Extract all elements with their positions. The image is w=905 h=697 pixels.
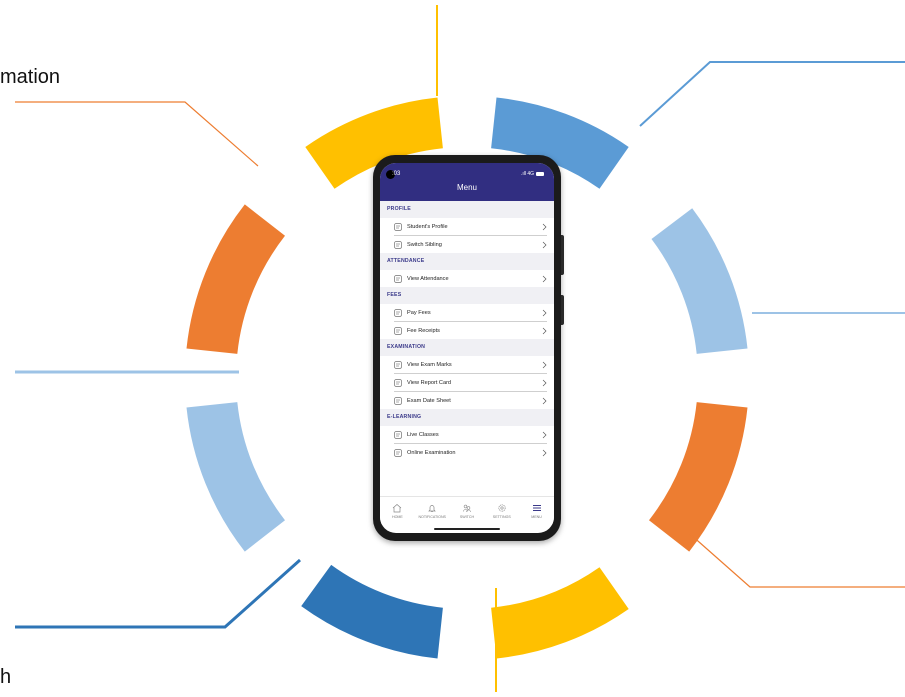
menu-item-pay-fees[interactable]: Pay Fees bbox=[394, 304, 547, 322]
ring-segment-orange-left bbox=[186, 204, 285, 354]
phone-screen: :03 .ıll 4G Menu PROFILE Student's Profil… bbox=[380, 163, 554, 533]
live-classes-icon bbox=[394, 430, 402, 439]
menu-list: PROFILE Student's Profile Switch Sibling AT… bbox=[380, 201, 554, 496]
chevron-right-icon bbox=[542, 309, 547, 316]
menu-item-switch-sibling[interactable]: Switch Sibling bbox=[394, 236, 547, 253]
connector-top-right bbox=[639, 61, 905, 127]
ring-segment-orange-right bbox=[649, 402, 748, 552]
calendar-icon bbox=[394, 396, 402, 405]
chevron-right-icon bbox=[542, 397, 547, 404]
nav-settings[interactable]: SETTINGS bbox=[484, 497, 519, 525]
switch-icon bbox=[463, 504, 471, 513]
chevron-right-icon bbox=[542, 327, 547, 334]
home-icon bbox=[393, 504, 402, 513]
phone-side-button bbox=[561, 235, 564, 275]
nav-label: NOTIFICATIONS bbox=[418, 515, 446, 519]
app-header: :03 .ıll 4G Menu bbox=[380, 163, 554, 201]
chevron-right-icon bbox=[542, 275, 547, 282]
menu-item-label: Live Classes bbox=[407, 431, 439, 438]
profile-card-icon bbox=[394, 222, 402, 231]
home-indicator bbox=[434, 528, 500, 530]
ring-segment-gold-bottom bbox=[491, 567, 629, 659]
menu-item-label: View Report Card bbox=[407, 379, 452, 386]
section-header-examination: EXAMINATION bbox=[380, 339, 554, 356]
page-title: Menu bbox=[456, 183, 477, 192]
nav-label: MENU bbox=[531, 515, 542, 519]
chevron-right-icon bbox=[542, 449, 547, 456]
section-items: Live Classes Online Examination bbox=[380, 426, 554, 461]
menu-icon bbox=[532, 505, 541, 511]
chevron-right-icon bbox=[542, 379, 547, 386]
battery-icon bbox=[536, 171, 544, 176]
menu-item-label: View Exam Marks bbox=[407, 361, 452, 368]
menu-item-exam-date-sheet[interactable]: Exam Date Sheet bbox=[394, 392, 547, 409]
report-card-icon bbox=[394, 378, 402, 387]
connector-top-left bbox=[15, 101, 259, 167]
menu-item-label: Pay Fees bbox=[407, 309, 431, 316]
phone-side-button bbox=[561, 295, 564, 325]
bell-icon bbox=[428, 505, 437, 513]
menu-item-label: Switch Sibling bbox=[407, 241, 442, 248]
bottom-nav: HOME NOTIFICATIONS SWITCH SETTINGS MENU bbox=[380, 496, 554, 525]
section-items: Pay Fees Fee Receipts bbox=[380, 304, 554, 339]
phone: :03 .ıll 4G Menu PROFILE Student's Profil… bbox=[373, 155, 564, 541]
nav-label: SWITCH bbox=[459, 515, 475, 519]
callout-text-top-left: mation bbox=[0, 66, 61, 88]
menu-item-label: Fee Receipts bbox=[407, 327, 440, 334]
section-header-profile: PROFILE bbox=[380, 201, 554, 218]
menu-item-online-examination[interactable]: Online Examination bbox=[394, 444, 547, 461]
menu-item-label: View Attendance bbox=[407, 275, 449, 282]
users-icon bbox=[394, 240, 402, 249]
menu-item-view-attendance[interactable]: View Attendance bbox=[394, 270, 547, 287]
section-header-attendance: ATTENDANCE bbox=[380, 253, 554, 270]
menu-item-live-classes[interactable]: Live Classes bbox=[394, 426, 547, 444]
ring-segment-light-blue-left bbox=[186, 402, 285, 552]
menu-item-label: Exam Date Sheet bbox=[407, 397, 451, 404]
chevron-right-icon bbox=[542, 361, 547, 368]
section-header-e-learning: E-LEARNING bbox=[380, 409, 554, 426]
menu-item-label: Online Examination bbox=[407, 449, 456, 456]
menu-item-view-exam-marks[interactable]: View Exam Marks bbox=[394, 356, 547, 374]
online-exam-icon bbox=[394, 448, 402, 457]
section-items: Student's Profile Switch Sibling bbox=[380, 218, 554, 253]
menu-item-label: Student's Profile bbox=[407, 223, 448, 230]
nav-label: SETTINGS bbox=[492, 515, 511, 519]
receipt-icon bbox=[394, 326, 402, 335]
ring-segment-light-blue-right bbox=[651, 208, 748, 354]
section-header-fees: FEES bbox=[380, 287, 554, 304]
section-items: View Attendance bbox=[380, 270, 554, 287]
menu-item-fee-receipts[interactable]: Fee Receipts bbox=[394, 322, 547, 339]
pay-fees-icon bbox=[394, 308, 402, 317]
marks-icon bbox=[394, 360, 402, 369]
signal-label: .ıll 4G bbox=[520, 171, 534, 177]
gear-icon bbox=[498, 504, 506, 512]
callout-text-bottom-left: h bbox=[0, 666, 12, 688]
connector-bottom-left bbox=[15, 558, 301, 629]
chevron-right-icon bbox=[542, 431, 547, 438]
chevron-right-icon bbox=[542, 223, 547, 230]
attendance-icon bbox=[394, 274, 402, 283]
section-items: View Exam Marks View Report Card Exam Date… bbox=[380, 356, 554, 409]
nav-menu[interactable]: MENU bbox=[519, 497, 554, 525]
ring-segment-dark-blue-bottom bbox=[301, 564, 443, 659]
chevron-right-icon bbox=[542, 241, 547, 248]
menu-item-student-s-profile[interactable]: Student's Profile bbox=[394, 218, 547, 236]
nav-notifications[interactable]: NOTIFICATIONS bbox=[415, 497, 450, 525]
status-time: :03 bbox=[392, 171, 401, 177]
nav-switch[interactable]: SWITCH bbox=[450, 497, 485, 525]
status-signal: .ıll 4G bbox=[521, 171, 544, 177]
nav-home[interactable]: HOME bbox=[380, 497, 415, 525]
nav-label: HOME bbox=[392, 515, 403, 519]
menu-item-view-report-card[interactable]: View Report Card bbox=[394, 374, 547, 392]
connector-right-lower bbox=[689, 533, 905, 588]
